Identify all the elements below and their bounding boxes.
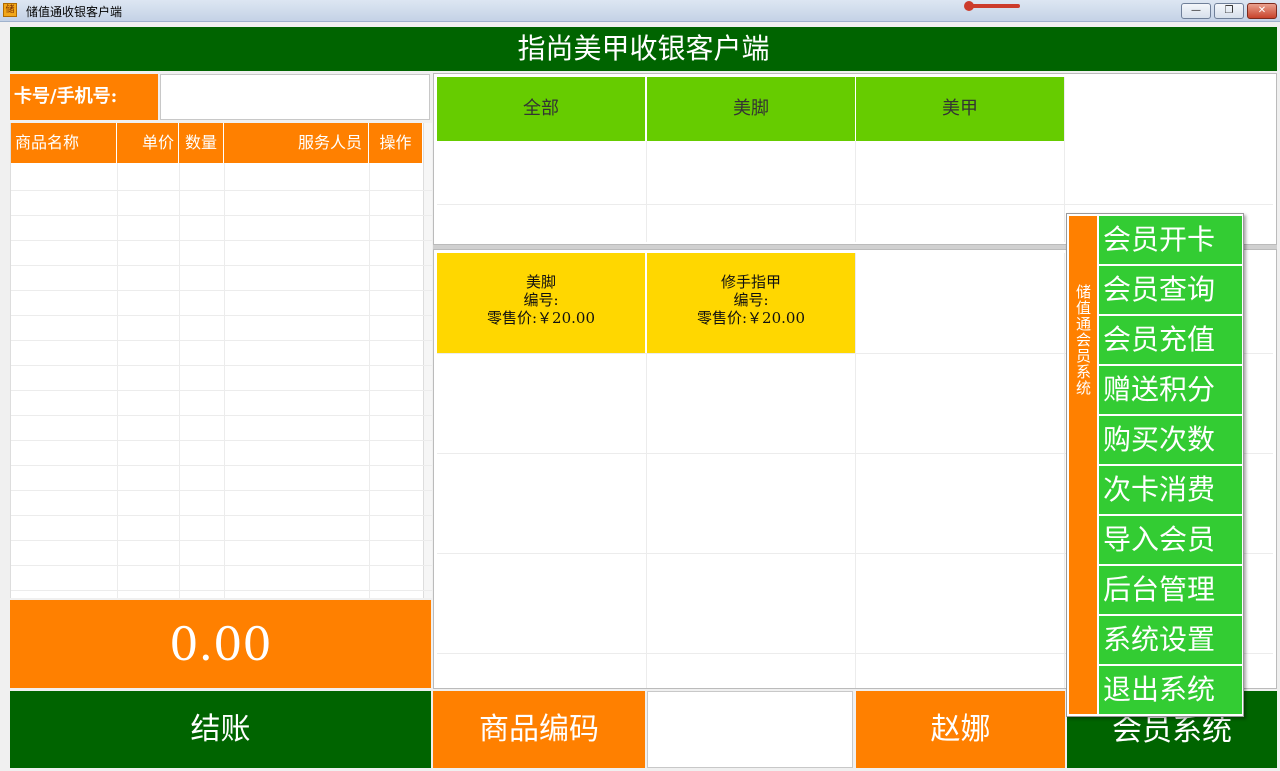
grid-line [369, 163, 370, 598]
grid-line [11, 215, 432, 216]
grid-line [646, 141, 647, 242]
grid-line [11, 565, 432, 566]
member-menu-sidebar: 储值通会员系统 [1069, 216, 1097, 714]
grid-line [11, 340, 432, 341]
product-code-button[interactable]: 商品编码 [433, 691, 645, 768]
grid-line [1064, 253, 1065, 688]
app-icon: 储 [3, 3, 17, 17]
grid-line [11, 290, 432, 291]
menu-item-gift-points[interactable]: 赠送积分 [1099, 366, 1242, 414]
grid-line [11, 540, 432, 541]
grid-line [179, 163, 180, 598]
menu-item-admin[interactable]: 后台管理 [1099, 566, 1242, 614]
grid-line [117, 163, 118, 598]
menu-item-exit-system[interactable]: 退出系统 [1099, 666, 1242, 714]
member-menu-popup: 储值通会员系统 会员开卡 会员查询 会员充值 赠送积分 购买次数 次卡消费 导入… [1066, 213, 1244, 717]
total-amount: 0.00 [10, 600, 431, 688]
grid-line [11, 315, 432, 316]
opacity-slider-handle[interactable] [964, 1, 974, 11]
product-price-label: 零售价: [696, 309, 748, 327]
grid-line [1064, 77, 1065, 242]
menu-item-member-recharge[interactable]: 会员充值 [1099, 316, 1242, 364]
grid-line [11, 515, 432, 516]
menu-item-open-card[interactable]: 会员开卡 [1099, 216, 1242, 264]
grid-line [855, 141, 856, 242]
product-name: 修手指甲 [720, 273, 781, 291]
product-price: 零售价:￥20.00 [437, 309, 645, 327]
restore-button[interactable]: ❐ [1214, 3, 1244, 19]
product-code-input[interactable] [647, 691, 853, 768]
grid-line [11, 190, 432, 191]
grid-line [224, 163, 225, 598]
window-title-bar[interactable] [0, 0, 1280, 22]
menu-item-system-settings[interactable]: 系统设置 [1099, 616, 1242, 664]
product-code-label: 编号: [523, 291, 559, 309]
product-price-value: ￥20.00 [537, 309, 595, 327]
column-header-product-name: 商品名称 [11, 123, 117, 163]
grid-line [11, 240, 432, 241]
product-price-value: ￥20.00 [747, 309, 805, 327]
grid-line [11, 590, 432, 591]
menu-item-member-query[interactable]: 会员查询 [1099, 266, 1242, 314]
product-card-foot[interactable]: 美脚 编号: 零售价:￥20.00 [437, 253, 645, 353]
column-header-unit-price: 单价 [117, 123, 179, 163]
product-price-label: 零售价: [486, 309, 538, 327]
member-menu-side-title: 储值通会员系统 [1074, 284, 1092, 396]
close-button[interactable]: ✕ [1247, 3, 1277, 19]
category-tab-foot[interactable]: 美脚 [647, 77, 855, 141]
product-price: 零售价:￥20.00 [647, 309, 855, 327]
column-header-action: 操作 [369, 123, 423, 163]
menu-item-buy-times[interactable]: 购买次数 [1099, 416, 1242, 464]
category-tab-nail[interactable]: 美甲 [856, 77, 1064, 141]
opacity-slider-track[interactable] [968, 4, 1020, 8]
column-header-staff: 服务人员 [224, 123, 369, 163]
grid-line [11, 390, 432, 391]
order-table-scrollbar[interactable] [423, 123, 432, 598]
grid-line [855, 253, 856, 688]
column-header-quantity: 数量 [179, 123, 224, 163]
window-title: 储值通收银客户端 [26, 5, 123, 19]
grid-line [11, 465, 432, 466]
grid-line [11, 365, 432, 366]
product-code-label: 编号: [733, 291, 769, 309]
product-card-manicure[interactable]: 修手指甲 编号: 零售价:￥20.00 [647, 253, 855, 353]
order-table: 商品名称 单价 数量 服务人员 操作 [10, 123, 432, 598]
grid-line [646, 353, 647, 688]
checkout-button[interactable]: 结账 [10, 691, 431, 768]
card-phone-input[interactable] [160, 74, 430, 120]
category-tab-all[interactable]: 全部 [437, 77, 645, 141]
grid-line [11, 265, 432, 266]
app-header-title: 指尚美甲收银客户端 [10, 27, 1277, 71]
staff-button[interactable]: 赵娜 [856, 691, 1065, 768]
minimize-button[interactable]: — [1181, 3, 1211, 19]
menu-item-import-members[interactable]: 导入会员 [1099, 516, 1242, 564]
product-name: 美脚 [525, 273, 556, 291]
grid-line [11, 440, 432, 441]
grid-line [11, 415, 432, 416]
card-phone-label: 卡号/手机号: [10, 74, 158, 120]
grid-line [11, 490, 432, 491]
menu-item-times-card-consume[interactable]: 次卡消费 [1099, 466, 1242, 514]
